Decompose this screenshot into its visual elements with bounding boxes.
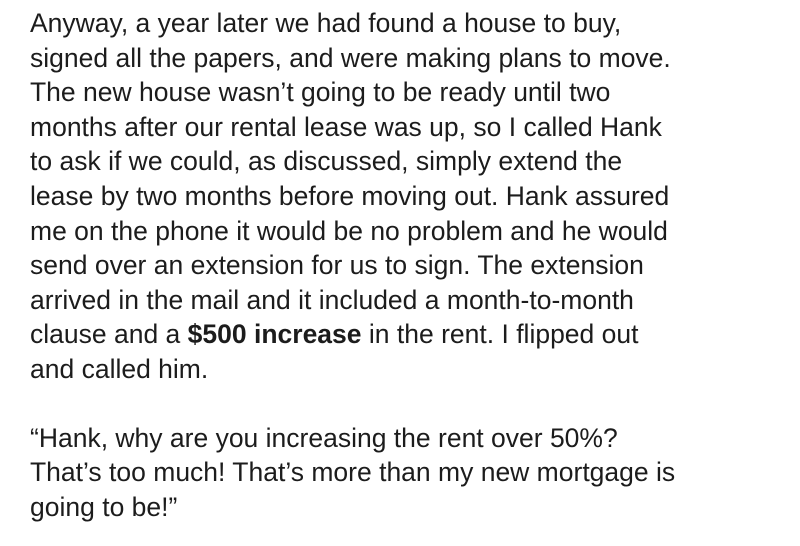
text-line: “Hank, why are you increasing the rent o… [30, 422, 618, 453]
story-paragraph-1: Anyway, a year later we had found a hous… [30, 6, 780, 387]
text-line: send over an extension for us to sign. T… [30, 250, 644, 281]
document-page: Anyway, a year later we had found a hous… [0, 0, 800, 546]
bold-emphasis: $500 increase [187, 319, 362, 350]
text-segment: in the rent. I flipped out [361, 319, 639, 350]
text-line: arrived in the mail and it included a mo… [30, 284, 634, 315]
text-line: me on the phone it would be no problem a… [30, 215, 668, 246]
text-line: to ask if we could, as discussed, simply… [30, 146, 623, 177]
text-line-with-emphasis: clause and a $500 increase in the rent. … [30, 317, 780, 352]
text-line: That’s too much! That’s more than my new… [30, 457, 676, 488]
text-segment: clause and a [30, 319, 188, 350]
story-paragraph-2-quote: “Hank, why are you increasing the rent o… [30, 421, 780, 525]
text-line: lease by two months before moving out. H… [30, 180, 670, 211]
text-line: months after our rental lease was up, so… [30, 111, 662, 142]
text-line: signed all the papers, and were making p… [30, 42, 671, 73]
text-line: going to be!” [30, 491, 178, 522]
text-line: and called him. [30, 353, 209, 384]
text-line: The new house wasn’t going to be ready u… [30, 77, 611, 108]
text-line: Anyway, a year later we had found a hous… [30, 8, 622, 38]
